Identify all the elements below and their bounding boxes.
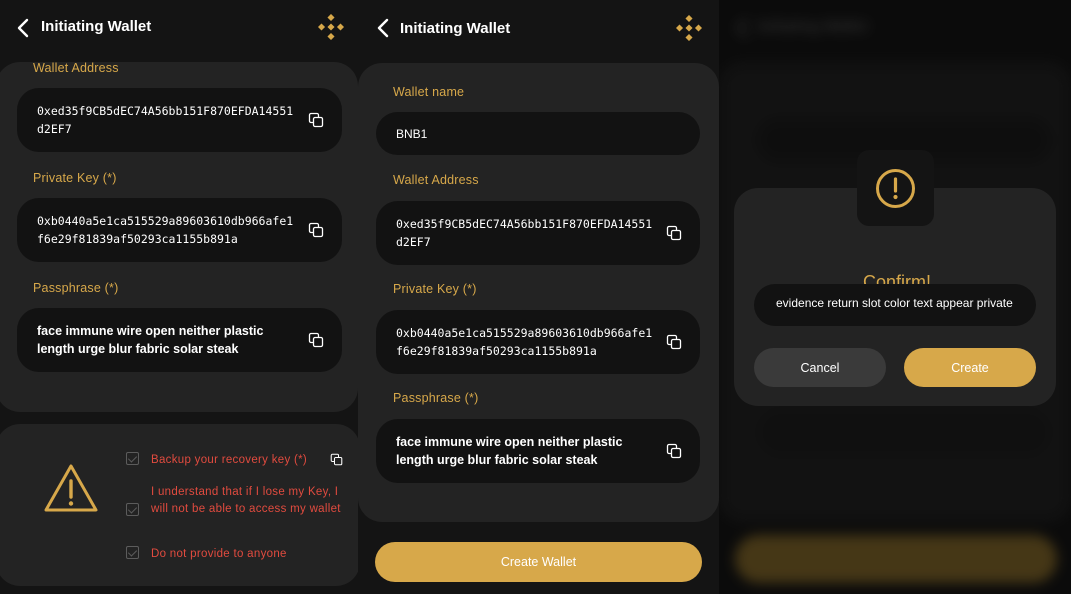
- phrase-field[interactable]: evidence return slot color text appear p…: [754, 284, 1036, 326]
- check-lose-key[interactable]: I understand that if I lose my Key, I wi…: [126, 484, 346, 517]
- private-key-field: 0xb0440a5e1ca515529a89603610db966afe1f6e…: [376, 310, 700, 374]
- wallet-address-label: Wallet Address: [33, 61, 119, 75]
- wallet-name-label: Wallet name: [393, 85, 465, 99]
- top-bar: Initiating Wallet: [358, 0, 719, 56]
- private-key-value: 0xb0440a5e1ca515529a89603610db966afe1f6e…: [396, 326, 653, 358]
- copy-icon[interactable]: [666, 225, 682, 241]
- passphrase-value: face immune wire open neither plastic le…: [396, 435, 623, 467]
- phrase-value: evidence return slot color text appear p…: [776, 296, 1013, 310]
- back-arrow-icon[interactable]: [376, 18, 390, 38]
- wallet-address-value: 0xed35f9CB5dEC74A56bb151F870EFDA14551d2E…: [37, 104, 294, 136]
- check-do-not-share[interactable]: Do not provide to anyone: [126, 546, 287, 563]
- passphrase-label: Passphrase (*): [33, 281, 119, 295]
- wallet-form-card: Wallet name BNB1 Wallet Address 0xed35f9…: [358, 63, 719, 522]
- binance-logo-icon: [318, 14, 344, 40]
- copy-icon[interactable]: [308, 222, 324, 238]
- passphrase-value: face immune wire open neither plastic le…: [37, 324, 264, 356]
- check-label: Do not provide to anyone: [151, 548, 287, 560]
- check-backup-key[interactable]: Backup your recovery key (*): [126, 452, 307, 469]
- passphrase-label: Passphrase (*): [393, 391, 479, 405]
- binance-logo-icon: [676, 15, 702, 41]
- wallet-name-input[interactable]: BNB1: [376, 112, 700, 155]
- private-key-field: 0xb0440a5e1ca515529a89603610db966afe1f6e…: [17, 198, 342, 262]
- passphrase-field: face immune wire open neither plastic le…: [17, 308, 342, 372]
- screen-wallet-details: Initiating Wallet Wallet Address 0xed35f…: [0, 0, 358, 594]
- alert-icon-box: [857, 150, 934, 226]
- check-label: I understand that if I lose my Key, I wi…: [151, 486, 341, 515]
- wallet-address-label: Wallet Address: [393, 173, 479, 187]
- create-button[interactable]: Create: [904, 348, 1036, 387]
- checkbox[interactable]: [126, 452, 139, 465]
- exclamation-icon: [876, 169, 915, 208]
- private-key-value: 0xb0440a5e1ca515529a89603610db966afe1f6e…: [37, 214, 294, 246]
- wallet-address-value: 0xed35f9CB5dEC74A56bb151F870EFDA14551d2E…: [396, 217, 653, 249]
- private-key-label: Private Key (*): [33, 171, 117, 185]
- copy-icon[interactable]: [308, 332, 324, 348]
- checkbox[interactable]: [126, 503, 139, 516]
- cancel-button[interactable]: Cancel: [754, 348, 886, 387]
- page-title: Initiating Wallet: [400, 20, 511, 37]
- create-wallet-button[interactable]: Create Wallet: [375, 542, 702, 582]
- copy-icon[interactable]: [308, 112, 324, 128]
- back-arrow-icon[interactable]: [16, 18, 30, 38]
- wallet-name-value: BNB1: [396, 127, 428, 141]
- copy-icon[interactable]: [666, 443, 682, 459]
- wallet-address-field: 0xed35f9CB5dEC74A56bb151F870EFDA14551d2E…: [17, 88, 342, 152]
- copy-icon[interactable]: [666, 334, 682, 350]
- screen-confirm-dialog: Initiating Wallet Confirm! evidence retu…: [719, 0, 1071, 594]
- wallet-info-card: Wallet Address 0xed35f9CB5dEC74A56bb151F…: [0, 61, 358, 412]
- copy-icon[interactable]: [330, 453, 343, 466]
- warning-triangle-icon: [44, 464, 98, 512]
- page-title: Initiating Wallet: [41, 18, 152, 35]
- check-label: Backup your recovery key (*): [151, 454, 308, 466]
- top-bar: Initiating Wallet: [0, 0, 358, 56]
- checkbox[interactable]: [126, 546, 139, 559]
- wallet-address-field: 0xed35f9CB5dEC74A56bb151F870EFDA14551d2E…: [376, 201, 700, 265]
- screen-create-wallet: Initiating Wallet Wallet name BNB1 Walle…: [358, 0, 719, 594]
- private-key-label: Private Key (*): [393, 282, 477, 296]
- passphrase-field: face immune wire open neither plastic le…: [376, 419, 700, 483]
